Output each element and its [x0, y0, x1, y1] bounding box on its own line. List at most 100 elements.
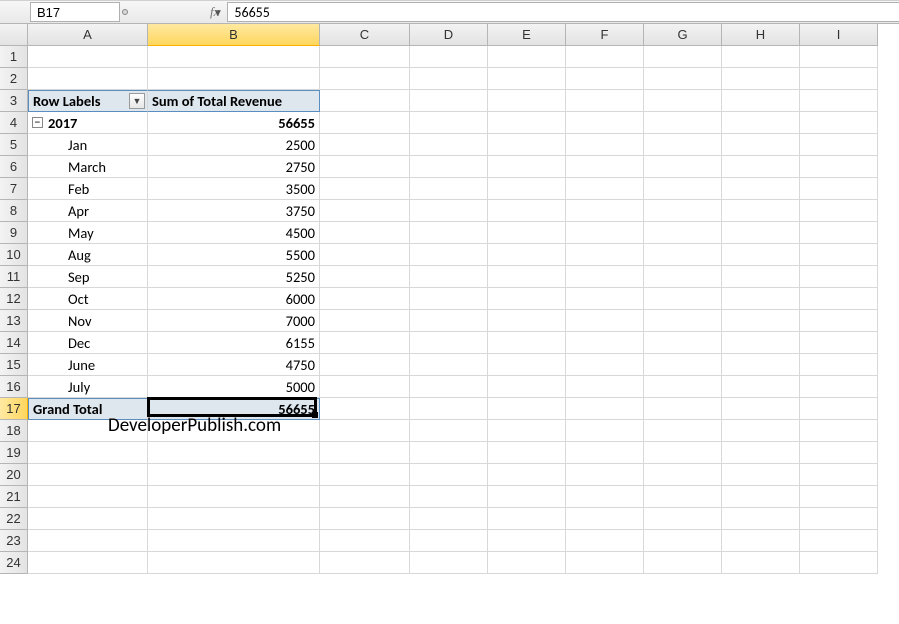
- cell[interactable]: [644, 310, 722, 332]
- cell[interactable]: [410, 266, 488, 288]
- row-header[interactable]: 16: [0, 376, 28, 398]
- cell[interactable]: [488, 508, 566, 530]
- cell[interactable]: [722, 244, 800, 266]
- cell[interactable]: [410, 398, 488, 420]
- row-header[interactable]: 13: [0, 310, 28, 332]
- pivot-month-label[interactable]: Jan: [28, 134, 148, 156]
- col-header[interactable]: I: [800, 24, 878, 46]
- cell[interactable]: [644, 68, 722, 90]
- cell[interactable]: [566, 508, 644, 530]
- cell[interactable]: [320, 442, 410, 464]
- cell[interactable]: [28, 486, 148, 508]
- select-all-corner[interactable]: [0, 24, 28, 46]
- cell[interactable]: [488, 244, 566, 266]
- cell[interactable]: [800, 266, 878, 288]
- cell[interactable]: [488, 530, 566, 552]
- pivot-month-label[interactable]: March: [28, 156, 148, 178]
- cell[interactable]: [410, 156, 488, 178]
- cell[interactable]: [488, 134, 566, 156]
- cell[interactable]: [148, 530, 320, 552]
- cell[interactable]: [722, 552, 800, 574]
- cell[interactable]: [566, 530, 644, 552]
- cell[interactable]: [800, 486, 878, 508]
- cell[interactable]: [410, 530, 488, 552]
- pivot-month-label[interactable]: Nov: [28, 310, 148, 332]
- pivot-month-value[interactable]: 3750: [148, 200, 320, 222]
- pivot-month-label[interactable]: Apr: [28, 200, 148, 222]
- cell[interactable]: [722, 376, 800, 398]
- cell[interactable]: [644, 288, 722, 310]
- cell[interactable]: [644, 398, 722, 420]
- cell[interactable]: [800, 442, 878, 464]
- pivot-month-label[interactable]: May: [28, 222, 148, 244]
- cell[interactable]: [644, 442, 722, 464]
- cell[interactable]: [644, 222, 722, 244]
- cell[interactable]: [488, 222, 566, 244]
- cell[interactable]: [722, 398, 800, 420]
- cell[interactable]: [800, 200, 878, 222]
- cell[interactable]: [488, 442, 566, 464]
- cell[interactable]: [488, 332, 566, 354]
- row-header[interactable]: 7: [0, 178, 28, 200]
- cell[interactable]: [644, 46, 722, 68]
- cell[interactable]: [410, 310, 488, 332]
- cell[interactable]: [800, 376, 878, 398]
- cell[interactable]: [410, 508, 488, 530]
- cell[interactable]: [320, 376, 410, 398]
- row-header[interactable]: 10: [0, 244, 28, 266]
- row-header[interactable]: 23: [0, 530, 28, 552]
- cell[interactable]: [410, 464, 488, 486]
- cell[interactable]: [28, 530, 148, 552]
- cell[interactable]: [320, 552, 410, 574]
- cell[interactable]: [566, 398, 644, 420]
- cell[interactable]: [320, 112, 410, 134]
- cell[interactable]: [566, 486, 644, 508]
- cell[interactable]: [800, 222, 878, 244]
- pivot-filter-dropdown-icon[interactable]: ▼: [129, 93, 145, 109]
- cell[interactable]: [644, 178, 722, 200]
- cell[interactable]: [800, 508, 878, 530]
- cell[interactable]: [148, 552, 320, 574]
- cell[interactable]: [488, 266, 566, 288]
- cell[interactable]: [722, 222, 800, 244]
- cell[interactable]: [320, 486, 410, 508]
- cell[interactable]: [644, 90, 722, 112]
- cell[interactable]: [148, 486, 320, 508]
- col-header[interactable]: D: [410, 24, 488, 46]
- cell[interactable]: [566, 156, 644, 178]
- pivot-grand-total-value[interactable]: 56655: [148, 398, 320, 420]
- cell[interactable]: [148, 508, 320, 530]
- cell[interactable]: [320, 266, 410, 288]
- cell[interactable]: [722, 486, 800, 508]
- cell[interactable]: [800, 156, 878, 178]
- cell[interactable]: [410, 376, 488, 398]
- col-header[interactable]: E: [488, 24, 566, 46]
- cell[interactable]: [488, 90, 566, 112]
- cell[interactable]: [28, 442, 148, 464]
- cell[interactable]: [488, 156, 566, 178]
- row-header[interactable]: 17: [0, 398, 28, 420]
- cell[interactable]: [566, 222, 644, 244]
- cell[interactable]: [644, 156, 722, 178]
- cell[interactable]: [800, 90, 878, 112]
- cell[interactable]: [488, 552, 566, 574]
- cell[interactable]: [722, 508, 800, 530]
- cell[interactable]: [800, 552, 878, 574]
- cell[interactable]: [410, 354, 488, 376]
- row-header[interactable]: 20: [0, 464, 28, 486]
- cell[interactable]: [566, 310, 644, 332]
- cell[interactable]: [644, 332, 722, 354]
- cell[interactable]: [410, 420, 488, 442]
- pivot-grand-total-label[interactable]: Grand Total: [28, 398, 148, 420]
- cell[interactable]: [410, 178, 488, 200]
- cell[interactable]: [410, 112, 488, 134]
- cell[interactable]: [488, 398, 566, 420]
- row-header[interactable]: 18: [0, 420, 28, 442]
- cell[interactable]: [410, 68, 488, 90]
- cell[interactable]: [410, 200, 488, 222]
- cell[interactable]: [566, 420, 644, 442]
- cell[interactable]: [410, 244, 488, 266]
- row-header[interactable]: 3: [0, 90, 28, 112]
- pivot-collapse-icon[interactable]: −: [32, 117, 43, 128]
- cell[interactable]: [722, 310, 800, 332]
